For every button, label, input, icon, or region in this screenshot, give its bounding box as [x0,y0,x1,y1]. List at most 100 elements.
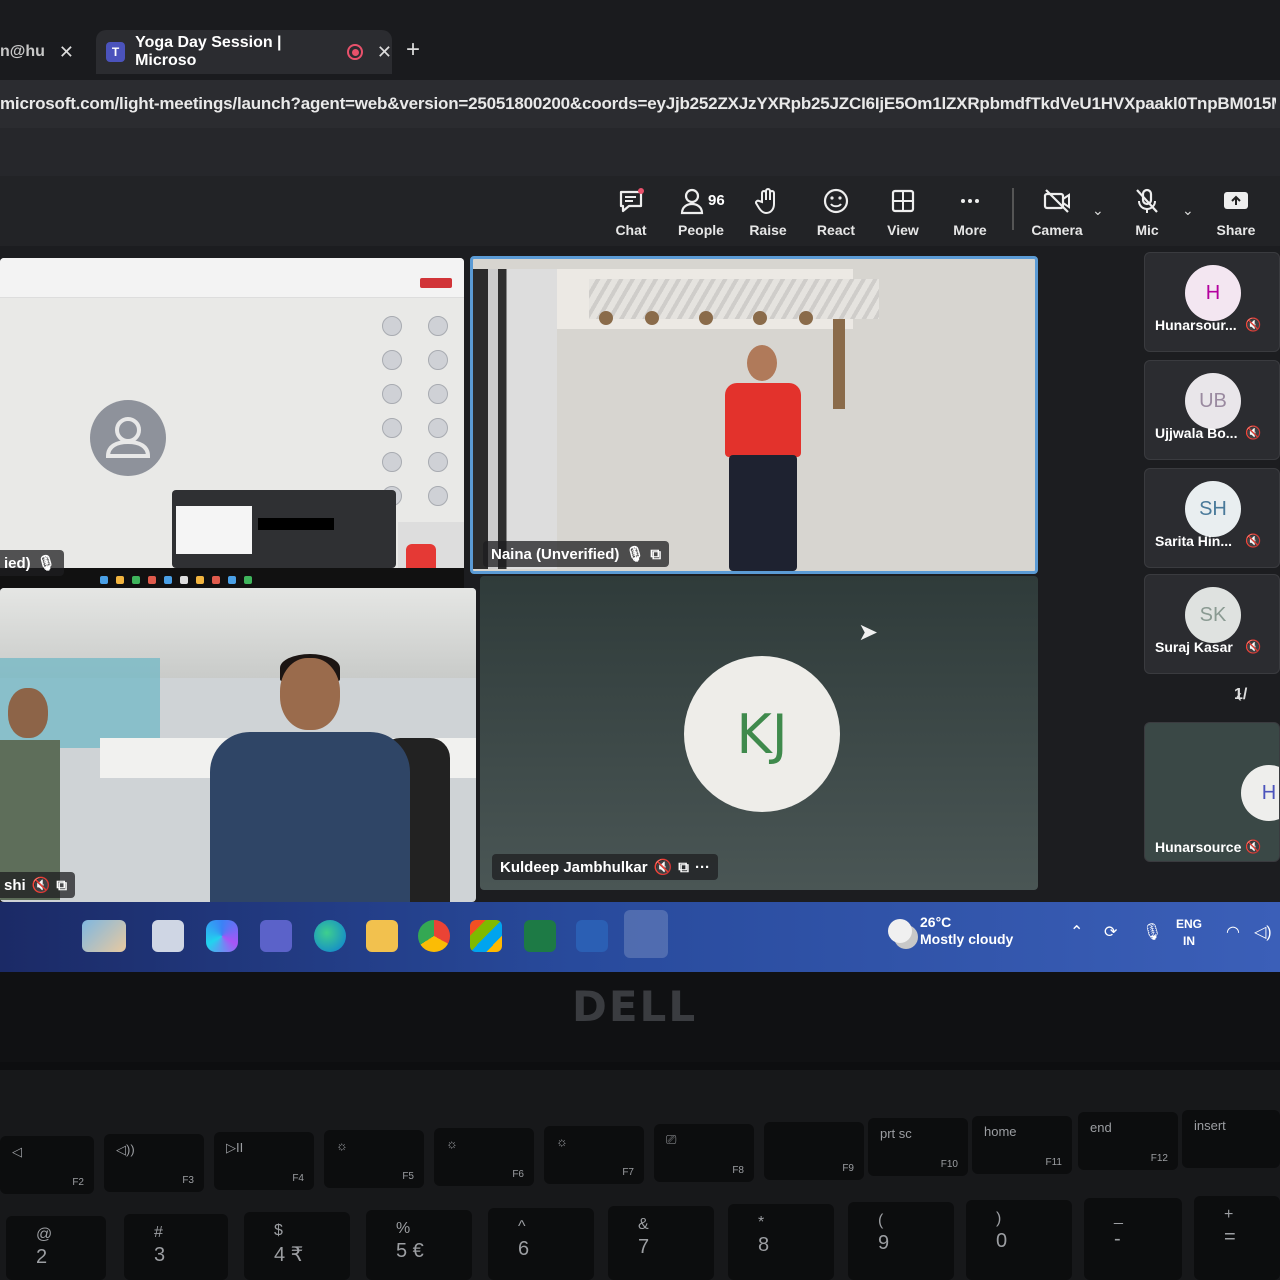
teams-icon[interactable] [260,920,292,952]
address-bar[interactable]: microsoft.com/light-meetings/launch?agen… [0,80,1280,128]
weather-condition: Mostly cloudy [920,931,1014,947]
background-post [833,319,845,409]
wifi-icon[interactable]: ◠ [1226,922,1240,942]
mic-off-icon: 🔇 [1245,425,1262,440]
excel-icon[interactable] [524,920,556,952]
video-tile-naina[interactable]: Naina (Unverified) 🎙 ⧉ [470,256,1038,574]
word-icon[interactable] [576,920,608,952]
windows-taskbar: 26°C Mostly cloudy ⌃ ⟳ 🎙 ENG IN ◠ ◁) [0,902,1280,972]
avatar: SH [1185,481,1241,537]
volume-icon[interactable]: ◁) [1254,922,1272,942]
file-explorer-icon[interactable] [366,920,398,952]
task-view-icon[interactable] [152,920,184,952]
weather-widget[interactable]: 26°C Mostly cloudy [888,914,1013,948]
background-pillar [473,269,557,569]
chat-label: Chat [615,222,647,238]
mic-off-icon: 🔇 [653,859,673,876]
temperature: 26°C [920,914,952,930]
avatar: H [1241,765,1279,821]
share-icon [1224,192,1248,209]
store-icon[interactable] [470,920,502,952]
url-text[interactable]: microsoft.com/light-meetings/launch?agen… [0,94,1276,114]
react-button[interactable]: React [805,186,867,238]
avatar [90,400,166,476]
chevron-up-icon[interactable]: ⌃ [1070,922,1083,942]
close-icon[interactable]: ✕ [377,42,392,63]
shared-mini-video [398,522,464,570]
language-code: ENG [1176,917,1203,931]
tab-title: Yoga Day Session | Microso [135,34,282,69]
participant-thumbnail[interactable]: H Hunarsour... 🔇 [1144,252,1280,352]
chrome-icon[interactable] [418,920,450,952]
view-label: View [887,222,919,238]
sync-icon[interactable]: ⟳ [1104,922,1117,942]
avatar: KJ [684,656,840,812]
participant-name-tag: Naina (Unverified) 🎙 ⧉ [483,541,670,567]
brand-logo: DELL [572,982,698,1031]
mic-off-icon [1136,188,1158,213]
key-9: (9 [848,1202,954,1280]
more-label: More [953,222,987,238]
key-8: * 8 [728,1204,834,1280]
screen-share-tile[interactable]: ied) 🎙 [0,258,464,593]
participant-name: Suraj Kasar [1155,639,1233,655]
more-options-button[interactable]: ··· [695,859,710,876]
more-button[interactable]: More [939,186,1001,238]
mic-button[interactable]: Mic [1116,186,1178,238]
key-f12: end F12 [1078,1112,1178,1170]
people-icon [680,188,704,215]
background-shelf [589,279,879,319]
key-2: @2 [6,1216,106,1280]
participant-name-tag: shi 🔇 ⧉ [0,872,76,898]
share-button[interactable]: Share [1205,186,1267,238]
chevron-down-icon[interactable]: ⌄ [1092,202,1104,219]
video-tile-kuldeep[interactable]: KJ ➤ Kuldeep Jambhulkar 🔇 ⧉ ··· [480,576,1038,890]
video-tile-office[interactable]: shi 🔇 ⧉ [0,588,476,902]
key-0: ) 0 [966,1200,1072,1280]
key-f2: ◁ F2 [0,1136,94,1194]
tab-title: n@hu [0,43,45,60]
copilot-icon[interactable] [206,920,238,952]
teams-icon: T [106,42,126,62]
participant-name: Ujjwala Bo... [1155,425,1238,441]
chat-button[interactable]: Chat [600,186,662,238]
chrome-active-icon[interactable] [624,910,668,958]
key-6: ^ 6 [488,1208,594,1280]
pin-icon: ⧉ [678,858,689,876]
mic-icon: 🎙 [36,555,56,572]
edge-icon[interactable] [314,920,346,952]
raise-hand-button[interactable]: Raise [737,186,799,238]
key-f6: ☼ F6 [434,1128,534,1186]
participant-thumbnail[interactable]: SK Suraj Kasar 🔇 [1144,574,1280,674]
language-indicator[interactable]: ENG IN [1176,916,1202,950]
key-f3: ◁)) F3 [104,1134,204,1192]
browser-tab-inactive[interactable]: n@hu ✕ [0,30,90,74]
people-label: People [678,222,724,238]
view-button[interactable]: View [872,186,934,238]
camera-label: Camera [1031,222,1083,238]
key-insert: insert [1182,1110,1280,1168]
participant-thumbnail[interactable]: H Hunarsource 🔇 [1144,722,1280,862]
mic-off-icon: 🔇 [1245,639,1262,654]
meeting-toolbar: Chat 96 People Raise React View More Cam… [0,176,1280,246]
camera-button[interactable]: Camera [1026,186,1088,238]
rail-pager: 1/ [1234,686,1248,703]
browser-tab-active[interactable]: T Yoga Day Session | Microso ✕ [96,30,392,74]
mic-icon[interactable]: 🎙 [1142,922,1162,942]
close-icon[interactable]: ✕ [59,42,74,63]
raise-label: Raise [749,222,787,238]
participant-thumbnail[interactable]: UB Ujjwala Bo... 🔇 [1144,360,1280,460]
people-button[interactable]: 96 People [670,186,732,238]
react-label: React [816,222,856,238]
mic-off-icon: 🔇 [31,877,51,894]
key-f11: home F11 [972,1116,1072,1174]
participant-name: ied) [4,554,31,572]
mouse-cursor-icon: ➤ [858,619,879,646]
new-tab-button[interactable]: + [406,36,420,64]
widgets-icon[interactable] [82,920,126,952]
chevron-down-icon[interactable]: ⌄ [1182,202,1194,219]
participant-thumbnail[interactable]: SH Sarita Hin... 🔇 [1144,468,1280,568]
key-4: $4 ₹ [244,1212,350,1280]
participant-name: Kuldeep Jambhulkar [500,858,648,876]
key-f4: ▷II F4 [214,1132,314,1190]
